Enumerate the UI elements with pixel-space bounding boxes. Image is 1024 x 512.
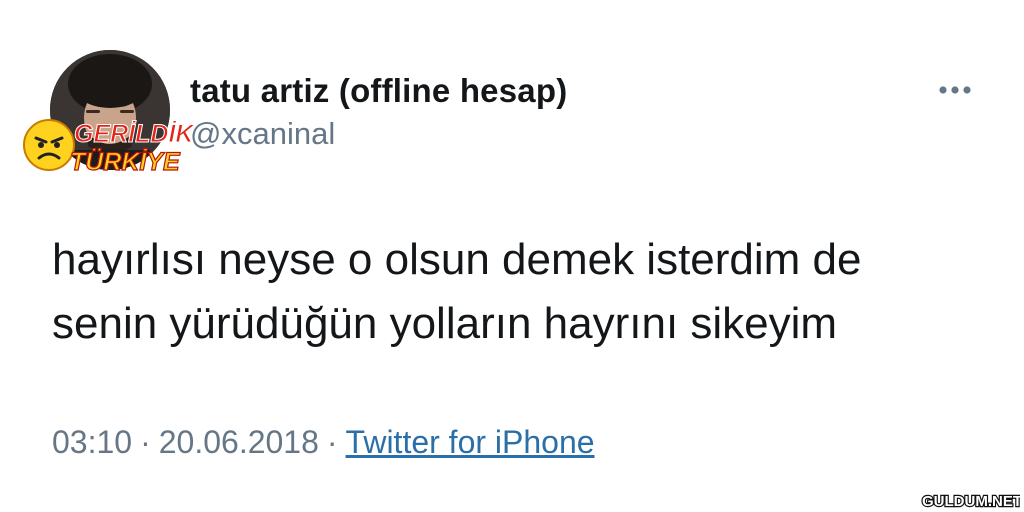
site-watermark-text: GULDUM.NET — [922, 493, 1020, 510]
tweet-card: GERİLDİK TÜRKİYE tatu artiz (offline hes… — [0, 0, 1024, 512]
tweet-source-link[interactable]: Twitter for iPhone — [346, 424, 595, 460]
more-options-button[interactable] — [930, 72, 980, 108]
tweet-text: hayırlısı neyse o olsun demek isterdim d… — [52, 235, 862, 348]
tweet-time: 03:10 — [52, 424, 133, 460]
angry-face-icon — [23, 119, 75, 171]
meta-separator: · — [140, 424, 151, 460]
tweet-date[interactable]: 20.06.2018 — [159, 424, 319, 460]
tweet-meta: 03:10 · 20.06.2018 · Twitter for iPhone — [52, 424, 595, 461]
user-handle[interactable]: @xcaninal — [190, 116, 335, 152]
watermark-logo: GERİLDİK TÜRKİYE — [22, 112, 202, 178]
more-horizontal-icon — [939, 86, 971, 94]
site-watermark: GULDUM.NET — [920, 490, 1020, 510]
watermark-line1: GERİLDİK — [74, 120, 195, 148]
display-name[interactable]: tatu artiz (offline hesap) — [190, 72, 567, 110]
meta-separator: · — [326, 424, 338, 460]
watermark-line2: TÜRKİYE — [70, 147, 181, 176]
